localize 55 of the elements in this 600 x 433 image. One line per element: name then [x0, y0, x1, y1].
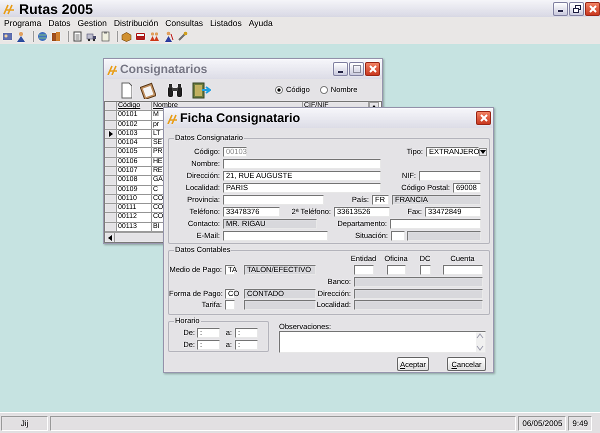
logo-icon — [107, 64, 117, 74]
logo-icon — [3, 2, 15, 14]
status-text: Jij — [1, 416, 48, 430]
input-field[interactable] — [420, 264, 431, 274]
caret-icon — [480, 150, 486, 154]
input-field[interactable] — [225, 300, 235, 310]
dropdown-button[interactable] — [479, 148, 488, 156]
logo-icon — [167, 112, 177, 124]
notes-field[interactable] — [279, 331, 486, 353]
restore-icon — [572, 4, 580, 12]
input-field[interactable] — [354, 264, 374, 274]
minimize-button[interactable] — [333, 62, 348, 76]
input-field[interactable] — [390, 219, 481, 229]
document-icon[interactable] — [72, 31, 83, 42]
close-icon — [368, 65, 376, 73]
door-arrow-icon[interactable] — [192, 82, 211, 98]
input-field[interactable] — [419, 171, 481, 181]
box-icon[interactable] — [121, 31, 132, 42]
menu-item[interactable]: Datos — [48, 18, 75, 28]
window-title: Rutas 2005 — [19, 0, 93, 16]
menu-item[interactable]: Programa — [4, 18, 46, 28]
menu-item[interactable]: Listados — [210, 18, 246, 28]
globe-icon[interactable] — [37, 31, 48, 42]
input-field[interactable] — [223, 231, 328, 241]
status-time: 9:49 — [568, 416, 592, 430]
new-document-icon[interactable] — [120, 82, 132, 98]
status-date: 06/05/2005 — [518, 416, 566, 430]
id-card-icon[interactable] — [2, 31, 13, 42]
close-button[interactable] — [365, 62, 380, 76]
readonly-field — [244, 300, 316, 310]
close-icon — [588, 4, 596, 12]
close-icon — [480, 114, 488, 122]
minimize-button[interactable] — [553, 2, 568, 16]
left-arrow-icon — [108, 234, 112, 240]
maximize-icon — [352, 65, 360, 73]
input-field[interactable] — [223, 159, 381, 169]
input-field[interactable] — [391, 231, 405, 241]
pointer-icon — [109, 130, 113, 137]
menu-item[interactable]: Distribución — [114, 18, 162, 28]
vertical-scrollbar[interactable] — [476, 332, 485, 352]
truck-icon[interactable] — [86, 31, 97, 42]
restore-button[interactable] — [569, 2, 584, 16]
books-icon[interactable] — [51, 31, 62, 42]
window-title: Consignatarios — [120, 61, 208, 78]
input-field[interactable] — [443, 264, 483, 274]
people-icon[interactable] — [149, 31, 160, 42]
menu-item[interactable]: Gestion — [78, 18, 111, 28]
close-button[interactable] — [476, 111, 491, 125]
binoculars-icon[interactable] — [167, 82, 183, 98]
input-field[interactable] — [223, 195, 324, 205]
close-button[interactable] — [585, 2, 600, 16]
menu-item[interactable]: Consultas — [165, 18, 208, 28]
menu-item[interactable]: Ayuda — [248, 18, 277, 28]
person-icon[interactable] — [16, 31, 27, 42]
input-field[interactable] — [387, 264, 406, 274]
